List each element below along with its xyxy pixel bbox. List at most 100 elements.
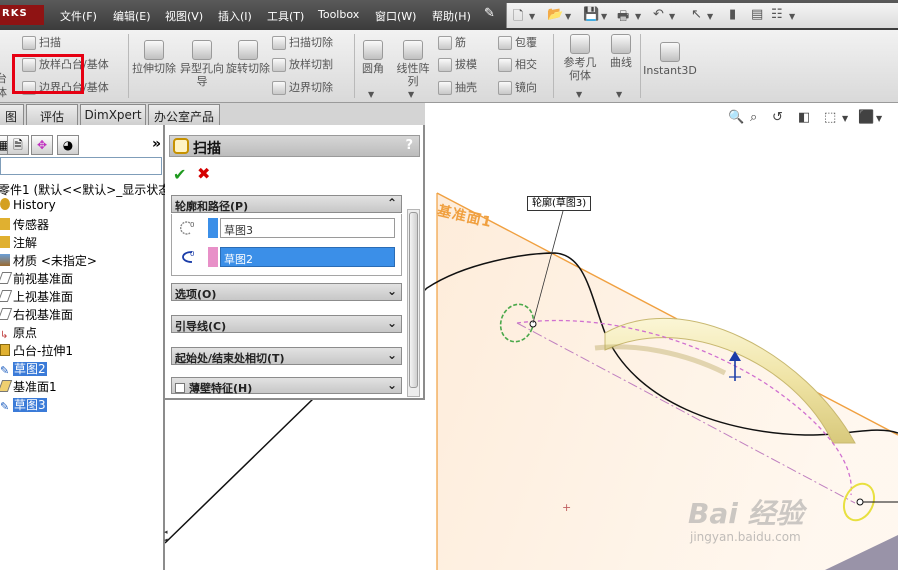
expand-icon[interactable]: ⌄	[387, 316, 397, 330]
chevron-down-icon[interactable]: ▼	[408, 88, 414, 101]
menu-file[interactable]: 文件(F)	[60, 8, 97, 24]
menu-view[interactable]: 视图(V)	[165, 8, 203, 24]
property-manager-scrollbar[interactable]	[407, 209, 420, 397]
extruded-cut-button[interactable]: 拉伸切除	[132, 40, 176, 75]
expand-icon[interactable]: ⌄	[387, 378, 397, 392]
tree-item-origin[interactable]: ↳ 原点	[0, 324, 37, 341]
wrap-button[interactable]: 包覆	[498, 36, 537, 50]
ok-button[interactable]: ✔	[173, 165, 186, 184]
print-icon[interactable]: 🖶	[617, 7, 629, 29]
menu-window[interactable]: 窗口(W)	[375, 8, 416, 24]
configuration-manager-icon[interactable]: ✥	[31, 135, 53, 155]
path-field[interactable]: 草图2	[220, 247, 395, 267]
reference-geometry-button[interactable]: 参考几何体	[559, 34, 601, 82]
revolved-cut-button[interactable]: 旋转切除	[226, 40, 270, 75]
boundary-cut-button[interactable]: 边界切除	[272, 81, 333, 95]
display-style-icon[interactable]: ⬛	[858, 110, 874, 125]
undo-icon[interactable]: ↶	[653, 7, 664, 22]
group-guide-curves[interactable]: 引导线(C) ⌄	[171, 315, 402, 333]
tree-item-plane1[interactable]: 基准面1	[0, 378, 57, 394]
mirror-button[interactable]: 镜向	[498, 81, 537, 95]
group-thin-feature[interactable]: 薄壁特征(H) ⌄	[171, 377, 402, 396]
view-orientation-icon[interactable]: ⬚	[824, 110, 836, 125]
tree-item-sketch2[interactable]: ✎ 草图2	[0, 360, 47, 377]
chevron-down-icon[interactable]: ▼	[635, 12, 641, 21]
intersect-button[interactable]: 相交	[498, 58, 537, 72]
tree-item-history[interactable]: History	[0, 198, 56, 214]
zoom-to-fit-icon[interactable]: 🔍	[728, 110, 744, 125]
menu-edit[interactable]: 编辑(E)	[113, 8, 151, 24]
group-profile-path[interactable]: 轮廓和路径(P) ⌃	[171, 195, 402, 213]
chevron-down-icon[interactable]: ▼	[565, 12, 571, 21]
ribbon-separator	[553, 34, 554, 98]
tab-dimxpert[interactable]: DimXpert	[80, 104, 146, 125]
chevron-down-icon[interactable]: ▼	[616, 88, 622, 101]
curves-button[interactable]: 曲线	[604, 34, 638, 69]
instant3d-button[interactable]: Instant3D	[643, 42, 697, 77]
chevron-down-icon[interactable]: ▼	[529, 12, 535, 21]
thin-feature-checkbox[interactable]	[175, 383, 185, 393]
expand-panel-icon[interactable]: »	[152, 136, 161, 152]
chevron-down-icon[interactable]: ▼	[707, 12, 713, 21]
section-view-icon[interactable]: ◧	[798, 110, 810, 125]
tree-item-material[interactable]: 材质 <未指定>	[0, 252, 97, 268]
menu-insert[interactable]: 插入(I)	[218, 8, 252, 24]
sweep-button[interactable]: 扫描	[22, 36, 61, 50]
chevron-down-icon[interactable]: ▼	[842, 114, 848, 123]
draft-button[interactable]: 拔模	[438, 58, 477, 72]
chevron-down-icon[interactable]: ▼	[576, 88, 582, 101]
fillet-button[interactable]: 圆角	[357, 40, 389, 75]
file-properties-icon[interactable]: ▤	[751, 7, 763, 22]
menu-help[interactable]: 帮助(H)	[432, 8, 471, 24]
lofted-cut-button[interactable]: 放样切割	[272, 58, 333, 72]
save-icon[interactable]: 💾	[583, 7, 599, 22]
previous-view-icon[interactable]: ↺	[772, 110, 783, 125]
tree-root-part[interactable]: 零件1 (默认<<默认>_显示状态	[0, 181, 170, 198]
tree-item-front-plane[interactable]: 前视基准面	[0, 270, 73, 286]
linear-pattern-button[interactable]: 线性阵列	[392, 40, 434, 88]
chevron-down-icon[interactable]: ▼	[368, 88, 374, 101]
boss-base-partial-2[interactable]: 体	[0, 86, 7, 99]
property-manager-tab-icon[interactable]: 🗎	[7, 135, 29, 155]
shell-button[interactable]: 抽壳	[438, 81, 477, 95]
tree-item-right-plane[interactable]: 右视基准面	[0, 306, 73, 322]
group-start-end-tangency[interactable]: 起始处/结束处相切(T) ⌄	[171, 347, 402, 365]
tree-item-top-plane[interactable]: 上视基准面	[0, 288, 73, 304]
scrollbar-thumb[interactable]	[409, 212, 418, 388]
tab-evaluate[interactable]: 评估	[26, 104, 78, 125]
chevron-down-icon[interactable]: ▼	[601, 12, 607, 21]
menu-tools[interactable]: 工具(T)	[267, 8, 304, 24]
expand-icon[interactable]: ⌄	[387, 284, 397, 298]
chevron-down-icon[interactable]: ▼	[789, 12, 795, 21]
zoom-to-area-icon[interactable]: ⌕	[750, 110, 757, 125]
display-manager-icon[interactable]: ◕	[57, 135, 79, 155]
group-thin-feature-label: 薄壁特征(H)	[175, 380, 252, 396]
chevron-down-icon[interactable]: ▼	[669, 12, 675, 21]
expand-icon[interactable]: ⌄	[387, 348, 397, 362]
options-icon[interactable]: ☷	[771, 7, 783, 22]
open-icon[interactable]: 📂	[547, 7, 563, 22]
group-options[interactable]: 选项(O) ⌄	[171, 283, 402, 301]
menu-toolbox[interactable]: Toolbox	[318, 8, 359, 21]
rebuild-icon[interactable]: ▮	[729, 7, 736, 22]
feature-filter-input[interactable]	[0, 157, 162, 175]
help-icon[interactable]: ?	[405, 138, 413, 153]
new-icon[interactable]: 🗋	[513, 7, 523, 29]
plane1-surface[interactable]	[437, 193, 898, 570]
collapse-icon[interactable]: ⌃	[387, 196, 397, 210]
chevron-down-icon[interactable]: ▼	[876, 114, 882, 123]
tab-features[interactable]: 图	[0, 104, 24, 125]
tree-item-boss-extrude[interactable]: 凸台-拉伸1	[0, 342, 73, 358]
hole-wizard-button[interactable]: 异型孔向导	[180, 40, 224, 88]
select-icon[interactable]: ↖	[691, 7, 702, 22]
tree-item-sensors[interactable]: 传感器	[0, 216, 49, 232]
swept-cut-button[interactable]: 扫描切除	[272, 36, 333, 50]
property-manager-header: 扫描 ?	[169, 135, 420, 157]
profile-field[interactable]: 草图3	[220, 218, 395, 238]
tree-item-sketch3[interactable]: ✎ 草图3	[0, 396, 47, 413]
cancel-button[interactable]: ✖	[197, 164, 210, 183]
tree-item-annotations[interactable]: 注解	[0, 234, 37, 250]
pin-icon[interactable]: ✎	[484, 6, 495, 21]
rib-button[interactable]: 筋	[438, 36, 466, 50]
boss-base-partial[interactable]: 台	[0, 72, 7, 85]
